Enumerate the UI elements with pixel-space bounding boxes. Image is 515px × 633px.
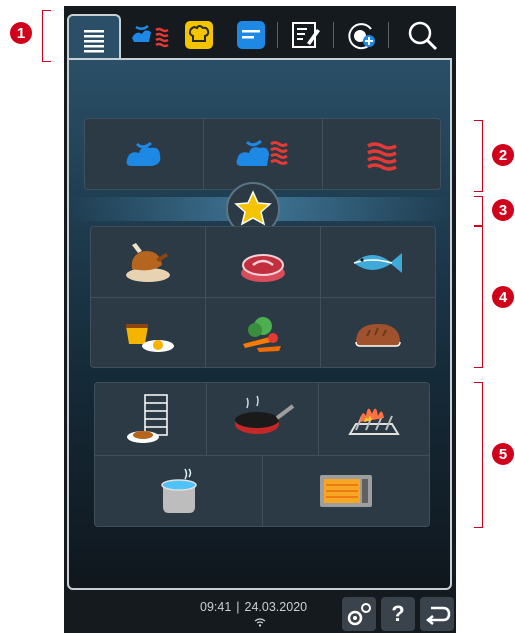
- search-icon: [408, 21, 438, 51]
- callout-4-bracket: [474, 226, 483, 368]
- vegetables-icon: [243, 317, 281, 352]
- tab-add-program[interactable]: [343, 17, 379, 53]
- add-program-icon: [348, 23, 375, 50]
- oven-icon: [320, 475, 372, 507]
- callout-3-bracket: [474, 196, 483, 226]
- back-button[interactable]: [420, 597, 454, 631]
- callout-2-bracket: [474, 120, 483, 192]
- fish-icon: [353, 253, 402, 273]
- steam-heat-icon: [132, 25, 169, 48]
- back-arrow-icon: [425, 606, 451, 625]
- chef-hat-icon: [185, 21, 213, 49]
- steam-icon: [126, 141, 161, 166]
- category-poultry-button[interactable]: [91, 227, 206, 297]
- tab-separator-1: [277, 22, 278, 48]
- tab-search[interactable]: [404, 17, 444, 53]
- help-button[interactable]: ?: [381, 597, 415, 631]
- mode-dry-heat-button[interactable]: [323, 119, 440, 189]
- tab-menu-active[interactable]: [67, 14, 121, 64]
- status-time-date: 09:41 | 24.03.2020: [200, 600, 340, 618]
- status-separator: |: [236, 600, 240, 614]
- callout-3: 3: [492, 199, 514, 221]
- category-bread-button[interactable]: [321, 298, 435, 368]
- settings-button[interactable]: [342, 597, 376, 631]
- tab-separator-3: [388, 22, 389, 48]
- program-list-icon: [237, 21, 265, 49]
- callout-1-bracket: [42, 10, 51, 62]
- callout-5: 5: [492, 443, 514, 465]
- egg-dessert-icon: [126, 324, 174, 352]
- method-grilling-button[interactable]: [319, 383, 429, 455]
- category-fish-button[interactable]: [321, 227, 435, 297]
- status-date: 24.03.2020: [244, 600, 308, 614]
- edit-note-icon: [292, 22, 320, 48]
- tab-edit[interactable]: [287, 17, 323, 53]
- category-egg-dessert-button[interactable]: [91, 298, 206, 368]
- category-vegetables-button[interactable]: [206, 298, 321, 368]
- method-oven-button[interactable]: [263, 456, 429, 526]
- callout-5-bracket: [474, 382, 483, 528]
- mode-steam-button[interactable]: [85, 119, 204, 189]
- cooking-mode-group: [84, 118, 441, 190]
- menu-lines-icon: [84, 30, 104, 53]
- tab-separator-2: [333, 22, 334, 48]
- method-pan-frying-button[interactable]: [207, 383, 319, 455]
- callout-1: 1: [10, 22, 32, 44]
- grilling-icon: [348, 408, 400, 435]
- meat-icon: [241, 254, 285, 282]
- food-category-group: [90, 226, 436, 368]
- poultry-icon: [126, 243, 170, 282]
- callout-2: 2: [492, 144, 514, 166]
- category-meat-button[interactable]: [206, 227, 321, 297]
- cooking-method-group: [94, 382, 430, 527]
- tab-chef[interactable]: [181, 17, 217, 53]
- pan-frying-icon: [234, 395, 294, 434]
- gear-icon: [347, 603, 371, 626]
- tab-programs[interactable]: [233, 17, 269, 53]
- tab-steam-heat[interactable]: [126, 18, 174, 54]
- wifi-icon: [254, 618, 266, 627]
- finishing-rack-icon: [126, 394, 168, 443]
- status-time: 09:41: [200, 600, 232, 614]
- callout-4: 4: [492, 286, 514, 308]
- star-icon: [234, 190, 272, 226]
- bread-icon: [355, 324, 401, 347]
- combi-steam-heat-icon: [236, 139, 288, 166]
- mode-combi-button[interactable]: [204, 119, 323, 189]
- method-finishing-button[interactable]: [95, 383, 207, 455]
- boiling-pot-icon: [160, 468, 197, 513]
- dry-heat-icon: [366, 142, 397, 171]
- method-boiling-button[interactable]: [95, 456, 263, 526]
